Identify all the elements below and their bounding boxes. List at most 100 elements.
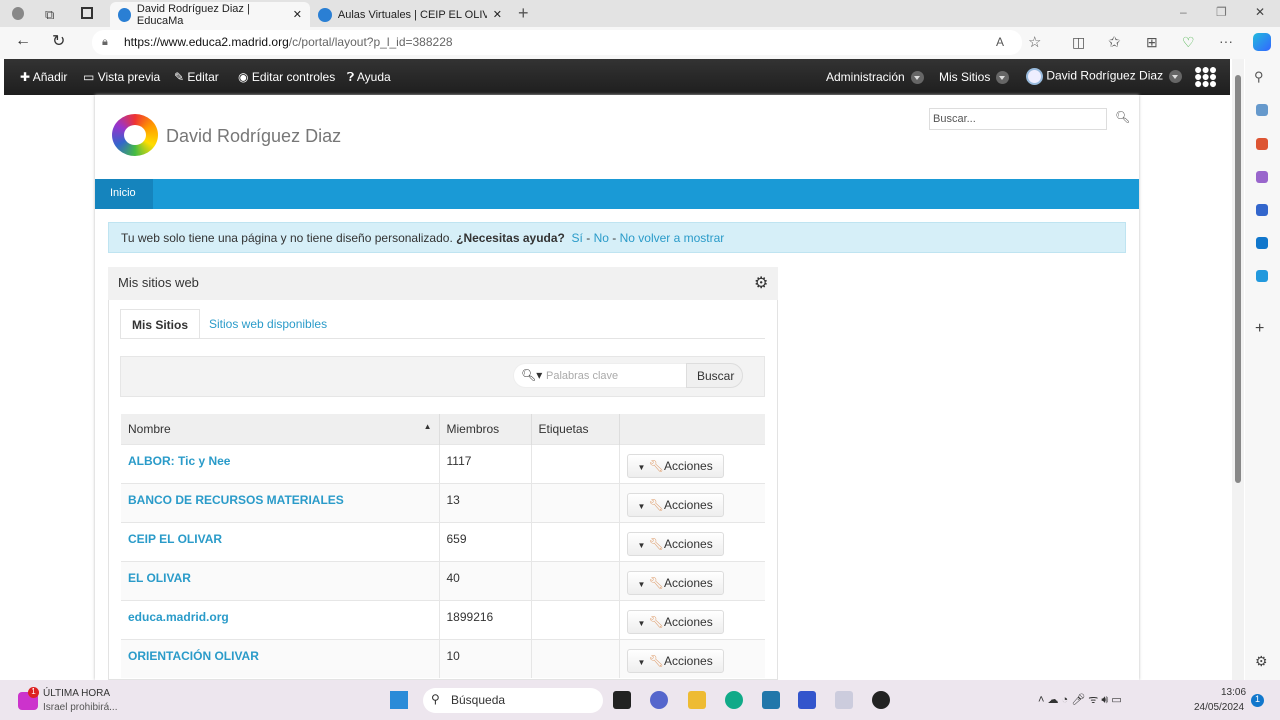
maximize-icon[interactable]: ❐ xyxy=(1216,5,1227,19)
alert-never-link[interactable]: No volver a mostrar xyxy=(620,231,725,245)
column-header-tags[interactable]: Etiquetas xyxy=(531,414,620,444)
snipping-tool-icon[interactable] xyxy=(835,691,853,709)
notification-badge[interactable]: 1 xyxy=(1251,694,1264,707)
nav-item-home[interactable]: Inicio xyxy=(95,179,153,209)
gear-icon[interactable]: ⚙ xyxy=(754,273,768,293)
browser-tab[interactable]: Aulas Virtuales | CEIP EL OLIVAR ✕ xyxy=(310,2,510,27)
news-title[interactable]: ÚLTIMA HORA xyxy=(43,688,110,699)
site-name-link[interactable]: EL OLIVAR xyxy=(121,560,440,600)
close-window-icon[interactable]: ✕ xyxy=(1255,5,1265,19)
edge-icon[interactable] xyxy=(725,691,743,709)
actions-button[interactable]: ▼ 🔧︎Acciones xyxy=(626,648,724,673)
taskbar-app-icon[interactable] xyxy=(798,691,816,709)
site-logo[interactable] xyxy=(112,114,158,156)
system-tray-icons[interactable]: ˄ ☁ ◔ 🎤︎ ᯤ 🔊︎ ▭ xyxy=(1038,692,1122,707)
admin-menu[interactable]: Administración xyxy=(826,70,924,85)
sidebar-shopping-icon[interactable] xyxy=(1256,104,1268,116)
site-name-link[interactable]: ORIENTACIÓN OLIVAR xyxy=(121,638,440,678)
settings-icon[interactable]: ⚙ xyxy=(1255,653,1268,670)
site-name-link[interactable]: BANCO DE RECURSOS MATERIALES xyxy=(121,482,440,522)
wrench-icon: 🔧︎ xyxy=(648,458,664,473)
favorite-star-icon[interactable]: ☆ xyxy=(1028,33,1041,51)
copilot-icon[interactable] xyxy=(1253,33,1271,51)
profile-icon[interactable] xyxy=(12,7,24,20)
url-input[interactable]: https://www.educa2.madrid.org/c/portal/l… xyxy=(92,30,1022,55)
alert-yes-link[interactable]: Sí xyxy=(572,231,583,245)
file-explorer-icon[interactable] xyxy=(688,691,706,709)
sidebar-add-icon[interactable]: + xyxy=(1255,320,1264,338)
actions-button[interactable]: ▼ 🔧︎Acciones xyxy=(626,453,724,478)
close-tab-icon[interactable]: ✕ xyxy=(293,8,302,21)
browser-tab-active[interactable]: David Rodríguez Diaz | EducaMa ✕ xyxy=(110,2,310,27)
alert-no-link[interactable]: No xyxy=(594,231,609,245)
new-tab-icon[interactable]: + xyxy=(518,3,529,24)
taskbar-app-icon[interactable] xyxy=(613,691,631,709)
windows-start-icon[interactable] xyxy=(390,691,408,709)
search-icon[interactable]: 🔍︎ xyxy=(1115,110,1130,124)
site-name-link[interactable]: educa.madrid.org xyxy=(121,599,440,639)
scrollbar-thumb[interactable] xyxy=(1235,75,1241,483)
site-name-link[interactable]: ALBOR: Tic y Nee xyxy=(121,443,440,483)
tab-my-sites[interactable]: Mis Sitios xyxy=(120,309,201,339)
table-row: ORIENTACIÓN OLIVAR 10 ▼ 🔧︎Acciones xyxy=(121,638,765,678)
search-dropdown-icon[interactable]: 🔍︎▾ xyxy=(521,368,542,382)
collections-icon[interactable]: ⊞ xyxy=(1146,34,1158,51)
clock-time[interactable]: 13:06 xyxy=(1221,687,1246,698)
browser-essentials-icon[interactable]: ♡ xyxy=(1182,34,1195,51)
sidebar-outlook-icon[interactable] xyxy=(1256,237,1268,249)
chevron-down-icon xyxy=(996,71,1010,85)
actions-button[interactable]: ▼ 🔧︎Acciones xyxy=(626,609,724,634)
read-aloud-icon[interactable]: A xyxy=(996,35,1004,49)
eye-icon: ◉ xyxy=(238,70,249,84)
search-icon[interactable]: ⚲ xyxy=(1254,69,1264,85)
tab-divider xyxy=(120,338,765,339)
split-screen-icon[interactable]: ◫ xyxy=(1072,34,1085,51)
members-count: 1117 xyxy=(439,443,532,483)
search-button[interactable]: Buscar xyxy=(686,363,743,388)
actions-button[interactable]: ▼ 🔧︎Acciones xyxy=(626,570,724,595)
help-button[interactable]: ❓︎ Ayuda xyxy=(347,70,391,85)
caret-down-icon: ▼ xyxy=(637,618,646,628)
news-subtitle[interactable]: Israel prohibirá... xyxy=(43,702,117,713)
globe-icon xyxy=(118,7,131,22)
edit-controls-button[interactable]: ◉ Editar controles xyxy=(238,70,335,84)
sites-table: Nombre ▲ Miembros Etiquetas ALBOR: Tic y … xyxy=(121,414,765,678)
actions-button[interactable]: ▼ 🔧︎Acciones xyxy=(626,492,724,517)
back-icon[interactable]: ← xyxy=(15,32,31,50)
taskbar-chat-icon[interactable] xyxy=(650,691,668,709)
tab-actions-icon[interactable] xyxy=(81,7,93,19)
sidebar-m365-icon[interactable] xyxy=(1256,204,1268,216)
actions-button[interactable]: ▼ 🔧︎Acciones xyxy=(626,531,724,556)
sidebar-games-icon[interactable] xyxy=(1256,171,1268,183)
more-icon[interactable]: ··· xyxy=(1219,33,1233,49)
column-header-members[interactable]: Miembros xyxy=(439,414,532,444)
apps-grid-icon[interactable]: ●●● ●●● ●●● xyxy=(1194,62,1217,90)
site-name-link[interactable]: CEIP EL OLIVAR xyxy=(121,521,440,561)
tags-cell xyxy=(531,638,620,678)
workspaces-icon[interactable]: ⧉ xyxy=(45,7,54,23)
my-sites-menu[interactable]: Mis Sitios xyxy=(939,70,1010,85)
store-icon[interactable] xyxy=(762,691,780,709)
edit-button[interactable]: ✎ Editar xyxy=(174,70,219,84)
preview-button[interactable]: ▭ Vista previa xyxy=(83,70,160,84)
sidebar-drop-icon[interactable] xyxy=(1256,270,1268,282)
add-button[interactable]: ✚ Añadir xyxy=(20,70,67,84)
user-menu[interactable]: David Rodríguez Diaz xyxy=(1026,68,1183,85)
lock-icon[interactable]: 🔒︎ xyxy=(102,36,108,49)
refresh-icon[interactable]: ↻ xyxy=(52,31,65,51)
alert-question: ¿Necesitas ayuda? xyxy=(456,231,565,245)
taskbar-search[interactable]: Búsqueda xyxy=(423,688,603,713)
clock-date[interactable]: 24/05/2024 xyxy=(1194,702,1244,713)
sidebar-tools-icon[interactable] xyxy=(1256,138,1268,150)
site-search-input[interactable]: Buscar... xyxy=(929,108,1107,130)
minimize-icon[interactable]: – xyxy=(1180,5,1187,19)
obs-icon[interactable] xyxy=(872,691,890,709)
site-title[interactable]: David Rodríguez Diaz xyxy=(166,126,341,147)
close-tab-icon[interactable]: ✕ xyxy=(493,8,502,21)
column-header-name[interactable]: Nombre ▲ xyxy=(121,414,440,444)
wrench-icon: 🔧︎ xyxy=(648,653,664,668)
favorites-icon[interactable]: ✩ xyxy=(1108,33,1121,51)
members-count: 659 xyxy=(439,521,532,561)
caret-down-icon: ▼ xyxy=(637,501,646,511)
tab-available-sites[interactable]: Sitios web disponibles xyxy=(198,309,338,339)
